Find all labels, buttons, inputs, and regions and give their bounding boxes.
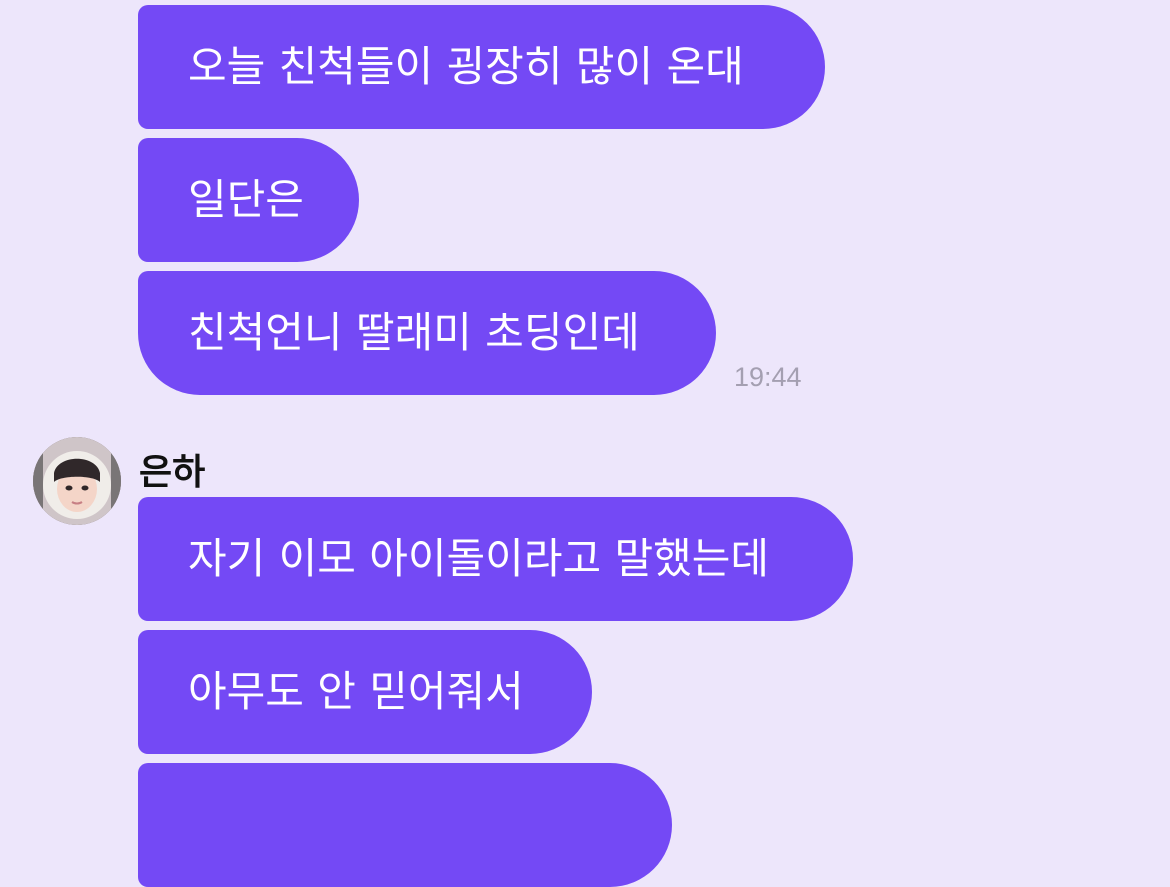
message-bubble[interactable]: 오늘 친척들이 굉장히 많이 온대 [138, 5, 825, 129]
chat-view: 오늘 친척들이 굉장히 많이 온대 일단은 친척언니 딸래미 초딩인데 19:4… [0, 0, 1170, 887]
message-text: 아무도 안 믿어줘서 [188, 667, 524, 716]
message-bubble[interactable]: 아무도 안 믿어줘서 [138, 630, 592, 754]
message-text: 일단은 [188, 175, 304, 224]
profile-photo-icon-graphic [33, 437, 121, 525]
message-bubble[interactable] [138, 763, 672, 887]
message-text: 친척언니 딸래미 초딩인데 [188, 308, 640, 357]
message-bubble[interactable]: 일단은 [138, 138, 359, 262]
message-bubble[interactable]: 자기 이모 아이돌이라고 말했는데 [138, 497, 853, 621]
message-text: 자기 이모 아이돌이라고 말했는데 [188, 534, 770, 583]
message-bubble[interactable]: 친척언니 딸래미 초딩인데 [138, 271, 716, 395]
message-timestamp: 19:44 [734, 362, 802, 392]
sender-name: 은하 [139, 452, 206, 493]
message-text: 오늘 친척들이 굉장히 많이 온대 [188, 42, 744, 91]
profile-photo-icon[interactable] [33, 437, 121, 525]
